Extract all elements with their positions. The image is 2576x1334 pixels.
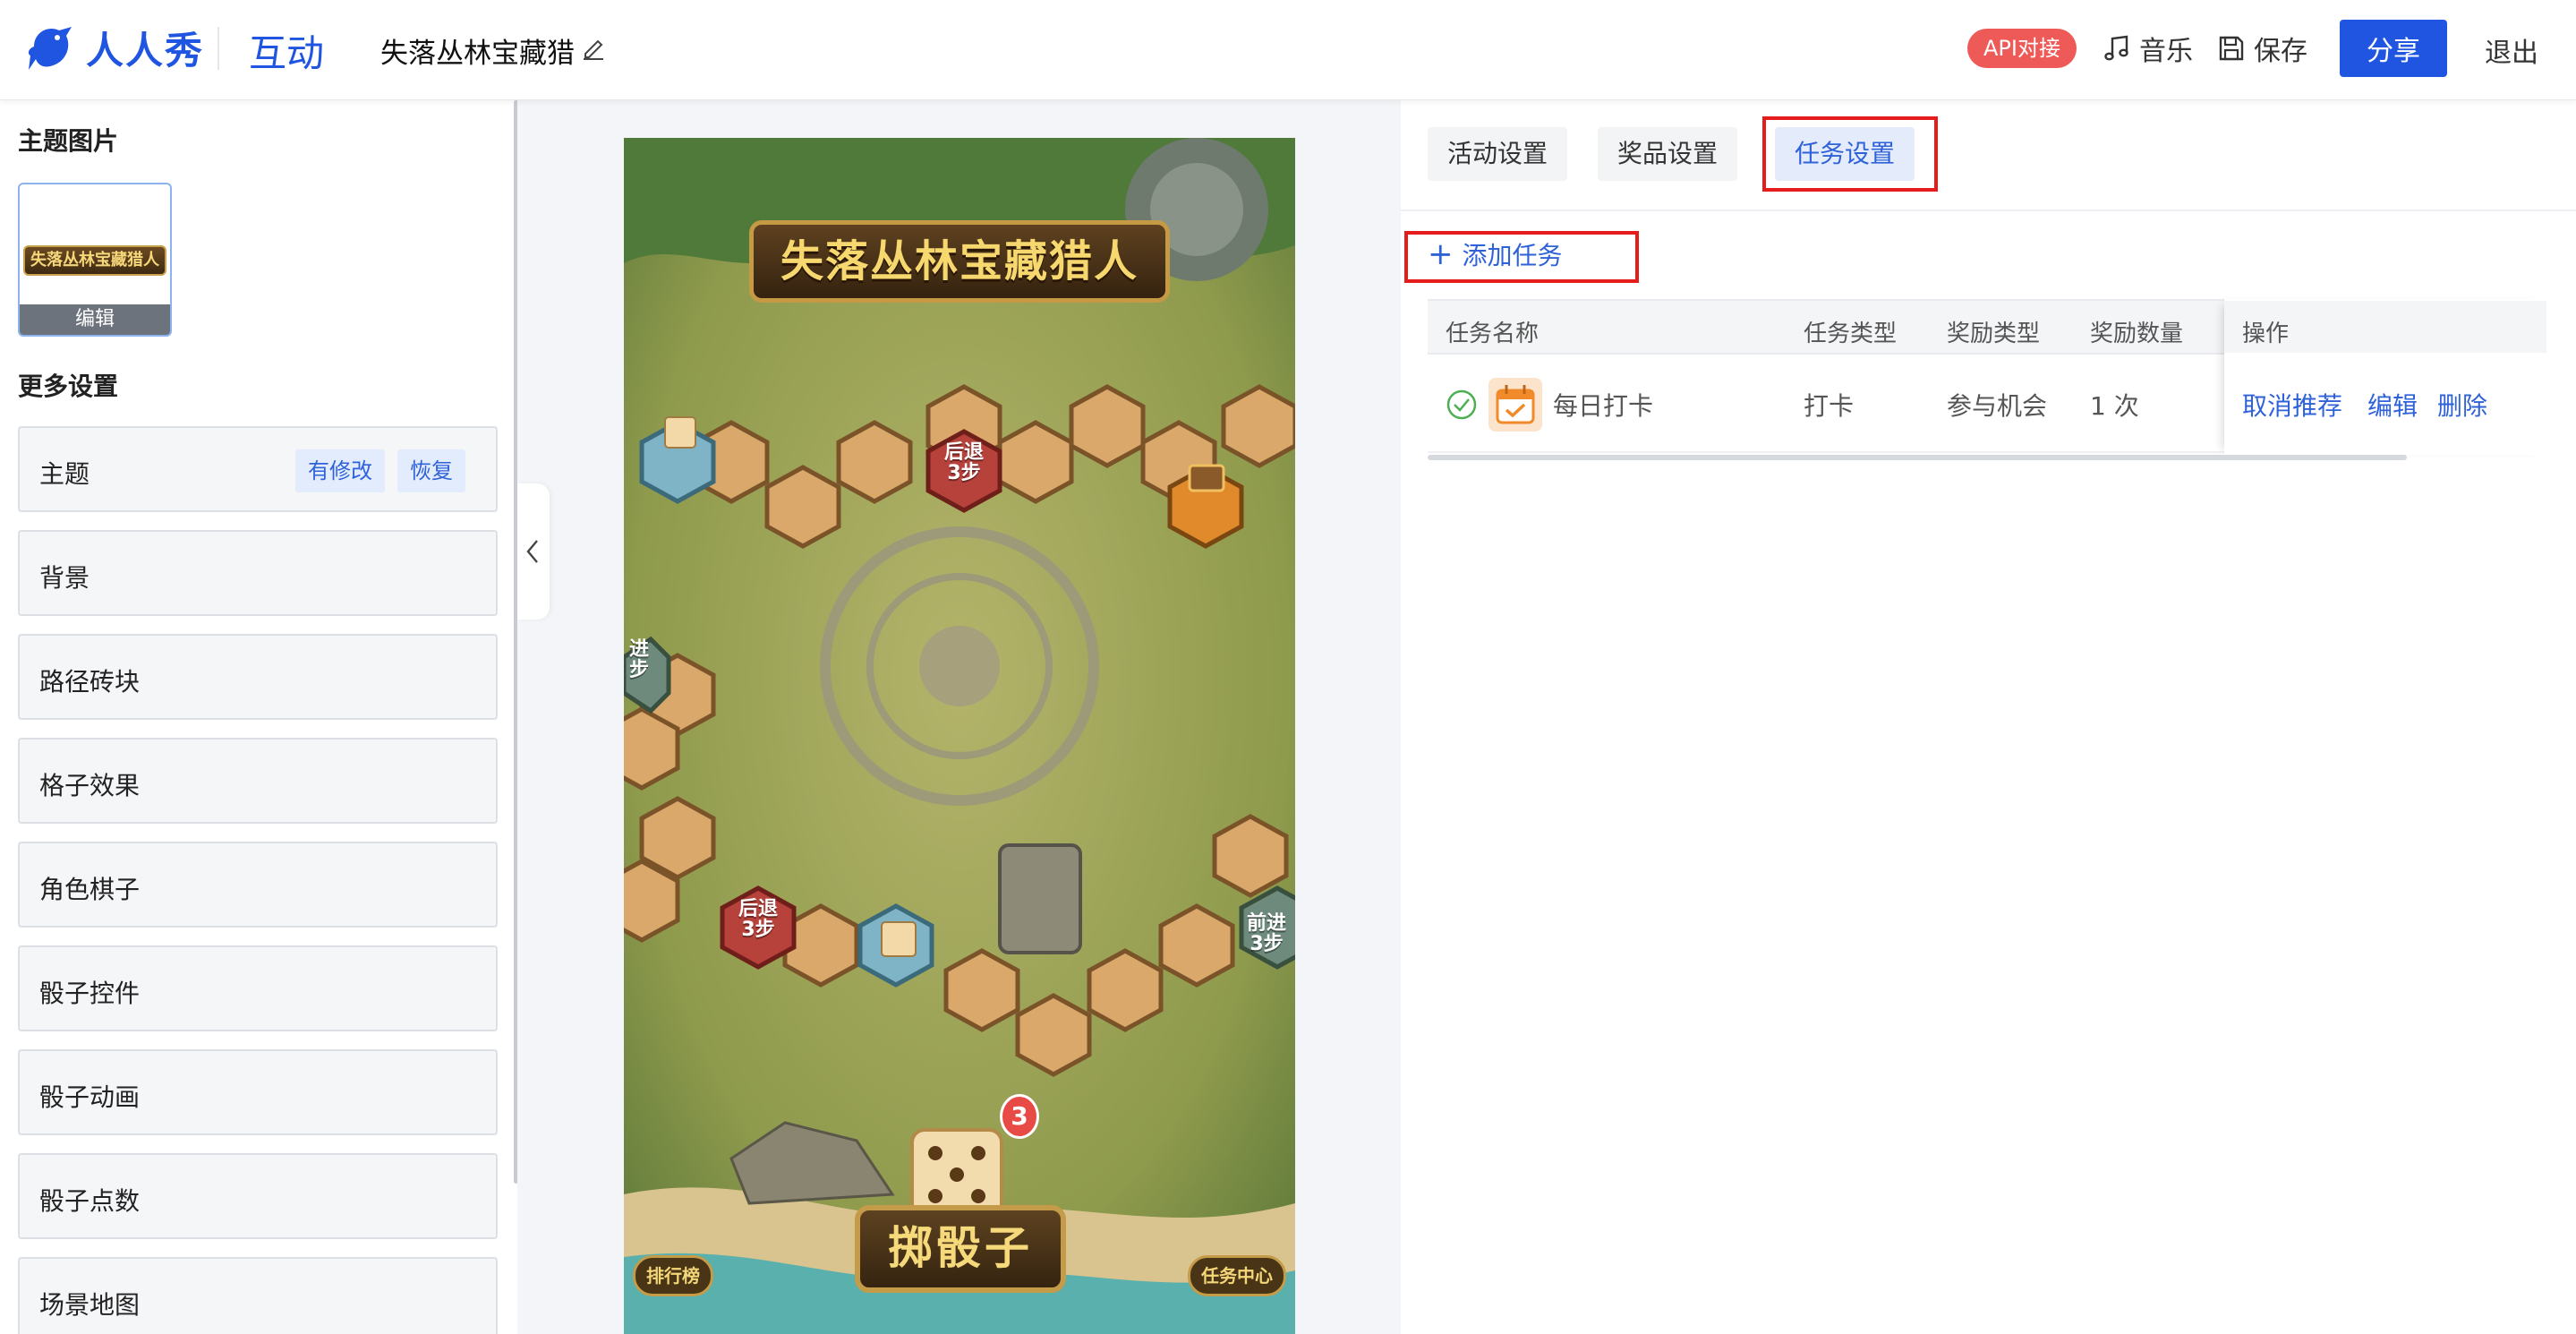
tile-forward-partial-label: 进 步 [628, 638, 649, 682]
share-button[interactable]: 分享 [2340, 20, 2447, 77]
dice-count-badge: 3 [1000, 1094, 1039, 1139]
settings-panel: 主题图片 失落丛林宝藏猎人 编辑 更多设置 主题 有修改 恢复 背景 路径砖块 … [0, 100, 517, 1334]
thumb-edit-button[interactable]: 编辑 [20, 304, 170, 335]
task-center-button[interactable]: 任务中心 [1188, 1255, 1286, 1296]
header-task-name: 任务名称 [1446, 321, 1540, 347]
save-button[interactable]: 保存 [2216, 27, 2307, 70]
setting-label: 骰子动画 [39, 1082, 141, 1112]
header-reward-qty: 奖励数量 [2090, 321, 2184, 347]
game-preview: 失落丛林宝藏猎人 后退 3步 后退 3步 进 步 前进 3步 3 掷骰子 排行榜… [624, 138, 1295, 1334]
setting-item-scene-map[interactable]: 场景地图 [18, 1257, 498, 1334]
add-task-label: 添加任务 [1462, 241, 1563, 270]
setting-label: 场景地图 [39, 1290, 141, 1320]
task-table: 任务名称 任务类型 奖励类型 奖励数量 每日打卡 打卡 参与机会 1 次 操作 … [1428, 299, 2546, 460]
tile-back-3-label-2: 后退 3步 [738, 898, 778, 942]
delete-link[interactable]: 删除 [2437, 387, 2487, 423]
unrecommend-link[interactable]: 取消推荐 [2242, 387, 2342, 423]
top-header: 人人秀 互动 失落丛林宝藏猎 API对接 音乐 保存 分享 退出 [0, 0, 2576, 100]
brand-name: 人人秀 [86, 28, 205, 73]
game-board-illustration [624, 138, 1295, 1334]
chevron-left-icon [526, 540, 538, 563]
more-settings-title: 更多设置 [18, 372, 119, 401]
reward-type-cell: 参与机会 [1947, 391, 2048, 421]
setting-label: 角色棋子 [39, 875, 141, 904]
theme-image-title: 主题图片 [18, 126, 119, 156]
exit-button[interactable]: 退出 [2485, 30, 2538, 70]
module-title: 互动 [249, 31, 325, 75]
game-title-banner: 失落丛林宝藏猎人 [749, 220, 1170, 303]
add-task-button[interactable]: + 添加任务 [1428, 236, 1563, 272]
music-label: 音乐 [2139, 36, 2193, 67]
actions-header: 操作 [2224, 301, 2546, 353]
setting-item-theme[interactable]: 主题 有修改 恢复 [18, 426, 498, 512]
setting-item-dice-control[interactable]: 骰子控件 [18, 945, 498, 1031]
task-type-cell: 打卡 [1804, 391, 1855, 421]
config-tabs: 活动设置 奖品设置 任务设置 [1401, 100, 2576, 211]
tab-activity-settings[interactable]: 活动设置 [1428, 127, 1568, 181]
tile-back-3-label: 后退 3步 [943, 441, 984, 485]
calendar-checkin-icon [1488, 378, 1542, 432]
header-reward-type: 奖励类型 [1947, 321, 2041, 347]
theme-image-thumbnail[interactable]: 失落丛林宝藏猎人 编辑 [18, 183, 172, 337]
brand-logo[interactable]: 人人秀 [23, 20, 204, 75]
header-divider [218, 27, 219, 70]
setting-item-path-tiles[interactable]: 路径砖块 [18, 634, 498, 720]
edit-link[interactable]: 编辑 [2367, 387, 2418, 423]
tab-task-settings[interactable]: 任务设置 [1775, 127, 1915, 181]
thumb-title: 失落丛林宝藏猎人 [23, 245, 166, 276]
actions-column: 操作 取消推荐 编辑 删除 [2224, 299, 2546, 455]
music-note-icon [2104, 35, 2128, 61]
restore-button[interactable]: 恢复 [397, 449, 465, 492]
music-button[interactable]: 音乐 [2102, 27, 2193, 70]
roll-dice-button[interactable]: 掷骰子 [855, 1205, 1066, 1293]
modified-tag: 有修改 [295, 449, 385, 492]
setting-label: 主题 [39, 459, 90, 489]
setting-label: 骰子控件 [39, 979, 141, 1008]
setting-label: 骰子点数 [39, 1186, 141, 1216]
tab-prize-settings[interactable]: 奖品设置 [1598, 127, 1738, 181]
save-label: 保存 [2254, 36, 2307, 67]
header-actions: 操作 [2242, 321, 2290, 347]
project-title[interactable]: 失落丛林宝藏猎 [380, 30, 575, 71]
pencil-edit-icon[interactable] [580, 34, 607, 61]
reward-qty-cell: 1 次 [2090, 391, 2139, 421]
leaderboard-button[interactable]: 排行榜 [633, 1255, 713, 1296]
api-badge[interactable]: API对接 [1967, 29, 2077, 68]
setting-item-dice-animation[interactable]: 骰子动画 [18, 1049, 498, 1135]
floppy-save-icon [2219, 36, 2244, 61]
task-name-cell: 每日打卡 [1553, 391, 1654, 421]
setting-item-background[interactable]: 背景 [18, 530, 498, 616]
setting-label: 格子效果 [39, 771, 141, 800]
table-horizontal-scrollbar[interactable] [1428, 455, 2407, 460]
setting-label: 背景 [39, 563, 90, 593]
plus-icon: + [1428, 236, 1454, 272]
collapse-panel-button[interactable] [517, 483, 550, 620]
tile-forward-3-label: 前进 3步 [1246, 912, 1286, 956]
check-circle-icon[interactable] [1446, 389, 1478, 421]
setting-item-character-piece[interactable]: 角色棋子 [18, 842, 498, 928]
bird-logo-icon [28, 27, 72, 70]
left-scrollbar[interactable] [514, 100, 517, 1184]
config-panel: 活动设置 奖品设置 任务设置 + 添加任务 任务名称 任务类型 奖励类型 奖励数… [1401, 100, 2576, 1334]
header-task-type: 任务类型 [1804, 321, 1898, 347]
setting-item-cell-effect[interactable]: 格子效果 [18, 738, 498, 824]
setting-item-dice-points[interactable]: 骰子点数 [18, 1153, 498, 1239]
setting-label: 路径砖块 [39, 667, 141, 697]
